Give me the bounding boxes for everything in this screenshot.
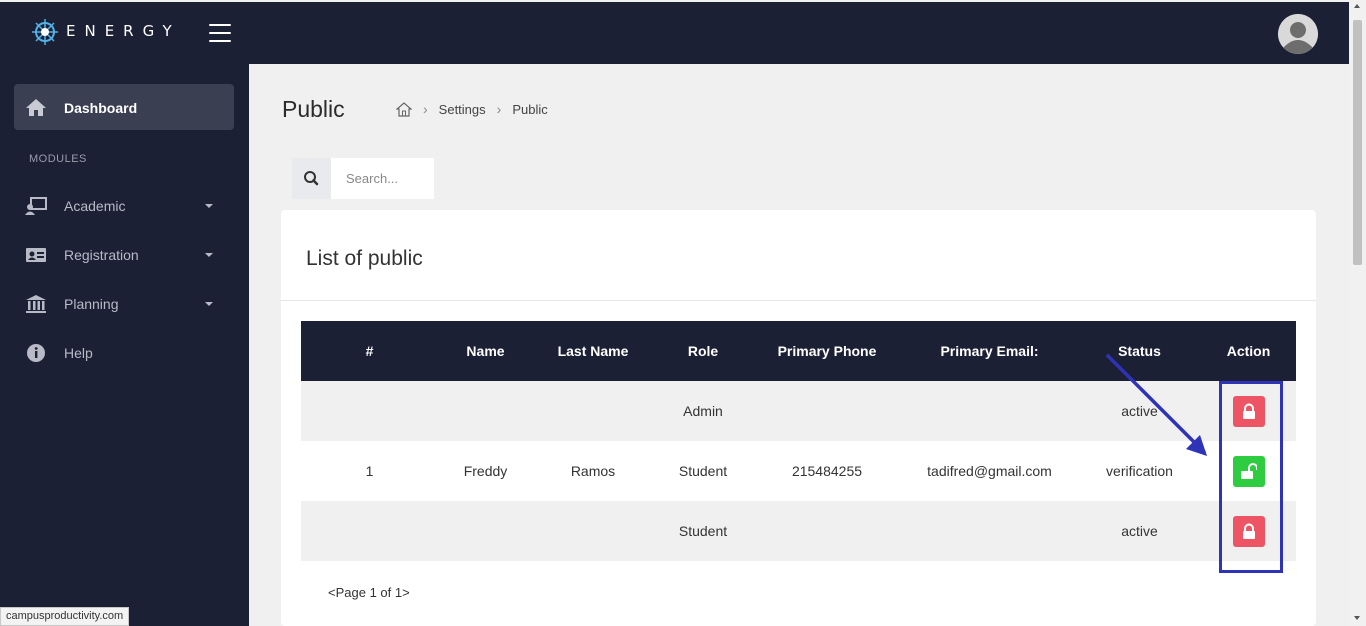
divider [281, 300, 1316, 301]
column-header-action: Action [1226, 343, 1271, 359]
cell-name [438, 381, 533, 441]
scrollbar-thumb[interactable] [1353, 20, 1362, 265]
breadcrumb-item-settings[interactable]: Settings [439, 102, 486, 117]
column-header-name: Name [466, 343, 505, 359]
unlock-button[interactable] [1232, 455, 1265, 487]
chevron-down-icon [205, 253, 213, 257]
cell-number [301, 381, 438, 441]
table-row: 1 Freddy Ramos Student 215484255 tadifre… [301, 441, 1296, 501]
cell-action [1201, 501, 1296, 561]
cell-phone: 215484255 [791, 463, 863, 479]
search-box [292, 158, 434, 199]
cell-phone [753, 381, 901, 441]
cell-role: Student [678, 523, 728, 539]
cell-name: Freddy [463, 463, 508, 479]
cell-email: tadifred@gmail.com [927, 463, 1052, 479]
sidebar-item-label: Help [64, 345, 93, 361]
sidebar-item-label: Dashboard [64, 100, 138, 116]
public-table: # Name Last Name Role Primary Phone Prim… [301, 321, 1296, 561]
sidebar: Dashboard MODULES Academic Registration [0, 64, 249, 626]
cell-last-name [533, 381, 653, 441]
breadcrumb: › Settings › Public [396, 101, 548, 117]
cell-status: active [1121, 403, 1158, 419]
page-title: Public [282, 96, 345, 122]
sidebar-item-planning[interactable]: Planning [0, 284, 249, 324]
sidebar-item-academic[interactable]: Academic [0, 186, 249, 226]
chevron-down-icon [205, 204, 213, 208]
scroll-down-icon[interactable] [1354, 616, 1360, 620]
table-row: Admin active [301, 381, 1296, 441]
classroom-icon [25, 197, 47, 215]
column-header-status: Status [1118, 343, 1161, 359]
breadcrumb-item-public: Public [512, 101, 548, 117]
chevron-down-icon [205, 302, 213, 306]
brand-name: ENERGY [66, 22, 181, 40]
cell-role: Admin [683, 403, 723, 419]
cell-last-name [533, 501, 653, 561]
cell-name [438, 501, 533, 561]
unlock-icon [1240, 462, 1257, 479]
sidebar-item-label: Academic [64, 198, 126, 214]
column-header-last-name: Last Name [557, 343, 629, 359]
info-icon [27, 344, 45, 362]
cell-role: Student [678, 463, 728, 479]
column-header-primary-phone: Primary Phone [777, 343, 877, 359]
cell-number: 1 [365, 463, 374, 479]
breadcrumb-separator-icon: › [423, 101, 428, 117]
cell-action [1201, 441, 1296, 501]
cell-email [901, 501, 1078, 561]
column-header-role: Role [687, 343, 719, 359]
user-avatar-icon [1278, 14, 1318, 54]
cell-action [1201, 381, 1296, 441]
cell-number [301, 501, 438, 561]
energy-logo-icon [32, 19, 58, 45]
column-header-number: # [365, 343, 374, 359]
sidebar-item-dashboard[interactable]: Dashboard [14, 84, 234, 130]
lock-button[interactable] [1232, 395, 1265, 427]
lock-icon [1242, 403, 1255, 419]
cell-email [901, 381, 1078, 441]
search-input[interactable] [331, 158, 434, 199]
cell-last-name: Ramos [570, 463, 616, 479]
sidebar-item-label: Planning [64, 296, 119, 312]
user-avatar[interactable] [1278, 14, 1318, 54]
sidebar-item-label: Registration [64, 247, 139, 263]
institution-icon [26, 295, 46, 313]
cell-phone [753, 501, 901, 561]
lock-icon [1242, 523, 1255, 539]
cell-status: verification [1106, 463, 1173, 479]
id-card-icon [26, 248, 46, 262]
home-icon [26, 99, 46, 116]
table-header-row: # Name Last Name Role Primary Phone Prim… [301, 321, 1296, 381]
status-bar-url: campusproductivity.com [0, 607, 130, 626]
search-icon[interactable] [292, 158, 331, 199]
column-header-primary-email: Primary Email: [940, 343, 1039, 359]
lock-button[interactable] [1232, 515, 1265, 547]
cell-status: active [1121, 523, 1158, 539]
scroll-up-icon[interactable] [1354, 4, 1360, 8]
top-bar: ENERGY [0, 2, 1349, 64]
menu-toggle-icon[interactable] [209, 24, 231, 42]
sidebar-item-registration[interactable]: Registration [0, 235, 249, 275]
pagination-text: <Page 1 of 1> [328, 585, 410, 600]
vertical-scrollbar[interactable] [1349, 0, 1366, 626]
home-icon[interactable] [396, 101, 412, 117]
table-row: Student active [301, 501, 1296, 561]
public-list-card: List of public # Name Last Name Role Pri… [281, 210, 1316, 626]
card-title: List of public [306, 247, 423, 270]
sidebar-item-help[interactable]: Help [0, 333, 249, 373]
breadcrumb-separator-icon: › [496, 101, 502, 117]
sidebar-section-title: MODULES [29, 153, 87, 165]
